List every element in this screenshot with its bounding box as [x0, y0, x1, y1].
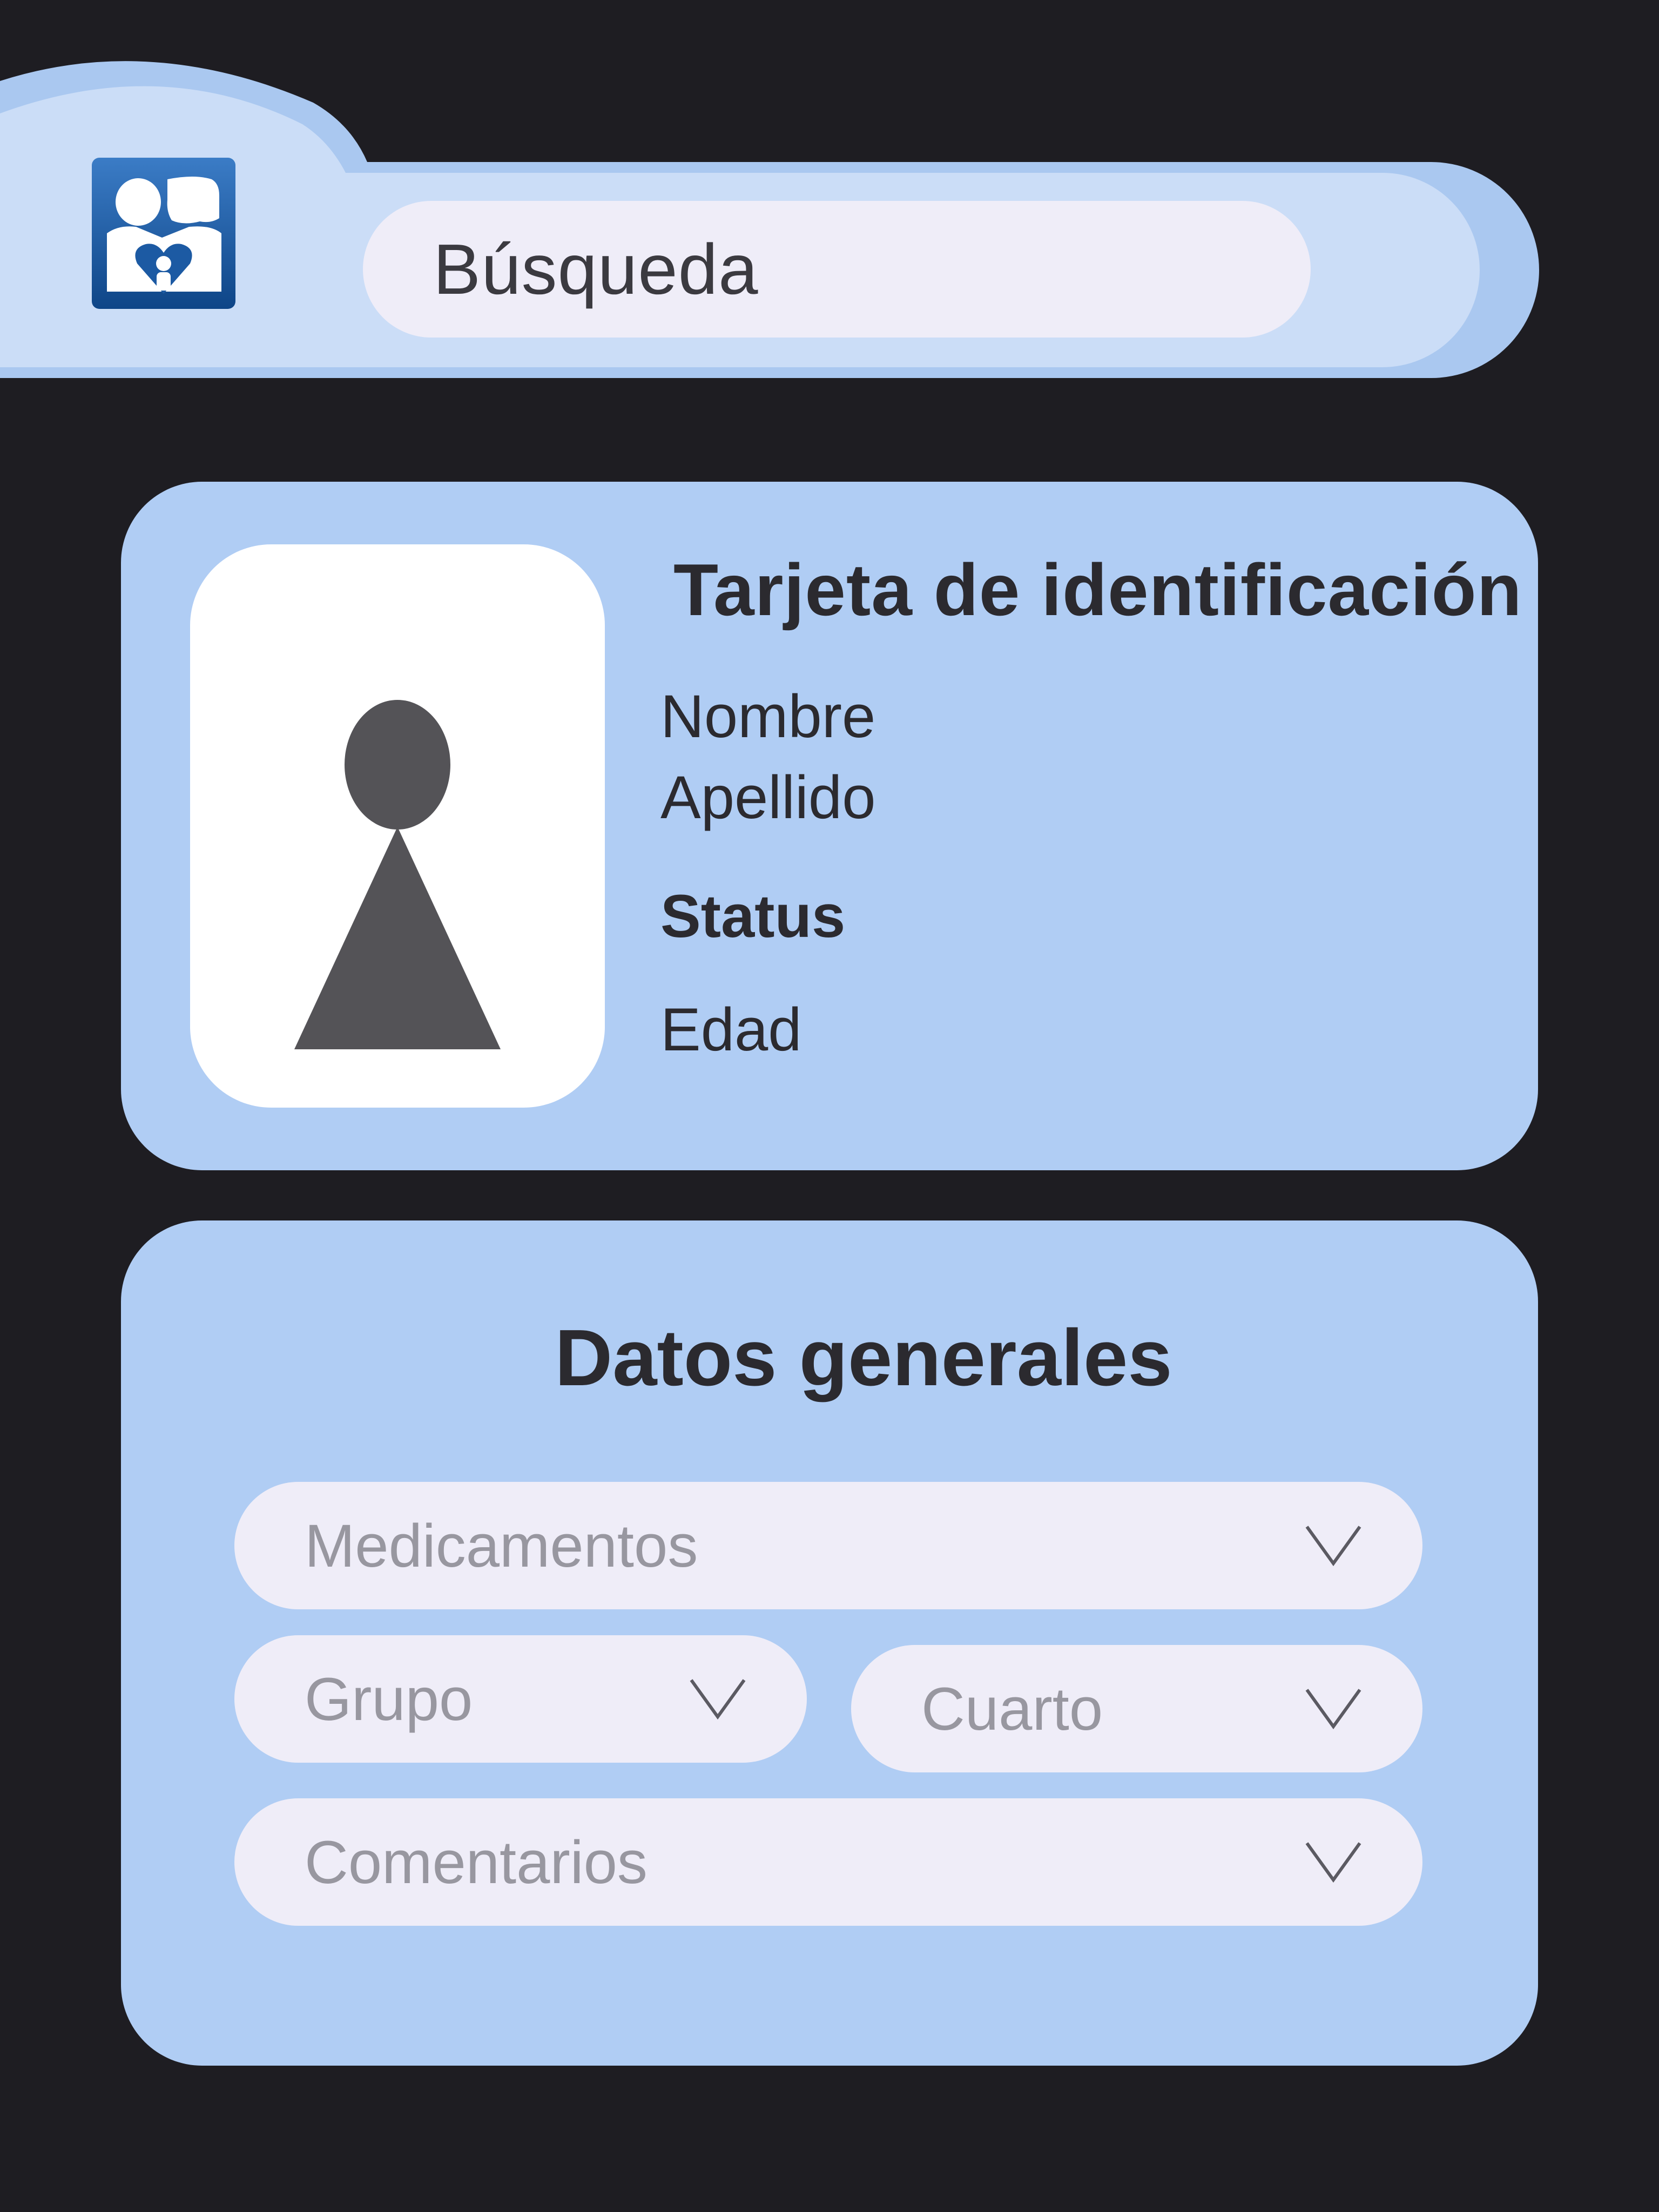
general-data-card: Datos generales Medicamentos Grupo Cuart…: [121, 1220, 1538, 2066]
chevron-down-icon: [1305, 1842, 1361, 1883]
search-placeholder: Búsqueda: [433, 230, 759, 309]
room-dropdown-label: Cuarto: [921, 1675, 1103, 1743]
comments-dropdown[interactable]: Comentarios: [234, 1798, 1422, 1926]
last-name-label: Apellido: [660, 764, 876, 831]
section-title: Datos generales: [555, 1313, 1172, 1402]
id-card: Tarjeta de identificación Nombre Apellid…: [121, 482, 1538, 1170]
room-dropdown[interactable]: Cuarto: [851, 1645, 1422, 1772]
comments-dropdown-label: Comentarios: [305, 1828, 648, 1896]
profile-photo: [190, 544, 605, 1108]
group-dropdown[interactable]: Grupo: [234, 1635, 807, 1763]
group-dropdown-label: Grupo: [305, 1665, 473, 1733]
family-heart-logo-icon: [92, 158, 235, 309]
age-label: Edad: [660, 996, 802, 1063]
first-name-label: Nombre: [660, 683, 876, 750]
person-silhouette-icon: [294, 700, 501, 1049]
chevron-down-icon: [1305, 1689, 1361, 1730]
app-header: Búsqueda: [0, 0, 1659, 389]
medications-dropdown-label: Medicamentos: [305, 1512, 698, 1580]
chevron-down-icon: [1305, 1526, 1361, 1567]
status-label: Status: [660, 882, 846, 950]
medications-dropdown[interactable]: Medicamentos: [234, 1482, 1422, 1609]
card-title: Tarjeta de identificación: [673, 549, 1522, 631]
chevron-down-icon: [690, 1679, 746, 1720]
search-input[interactable]: Búsqueda: [363, 201, 1311, 338]
